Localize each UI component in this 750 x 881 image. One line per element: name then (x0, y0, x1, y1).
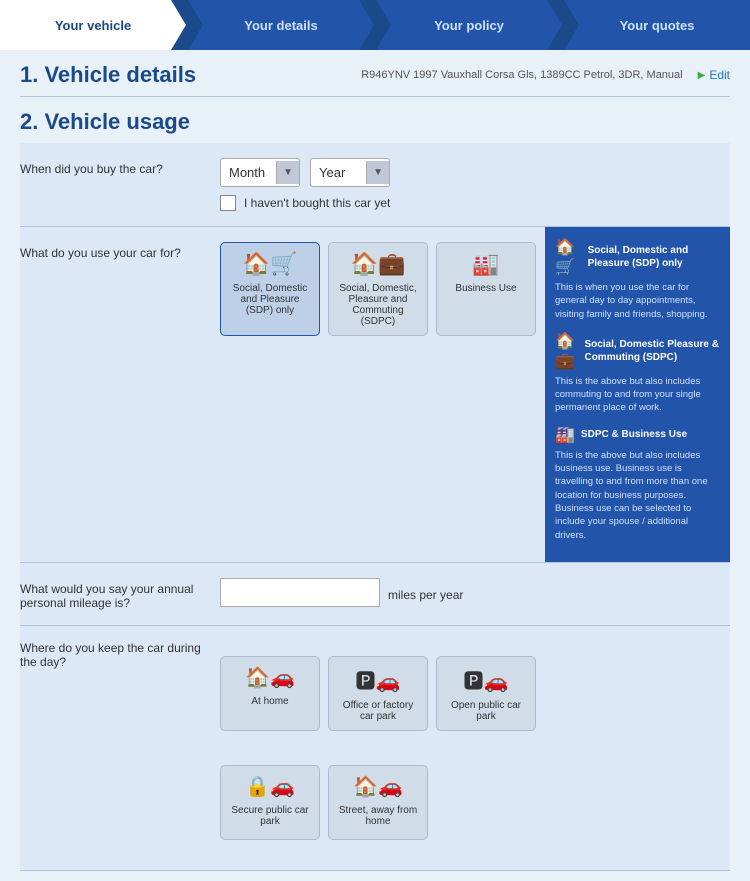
secure-parking-icon: 🔒🚗 (245, 774, 295, 799)
parking-btn-street[interactable]: 🏠🚗 Street, away from home (328, 765, 428, 840)
info-business-text: This is the above but also includes busi… (555, 449, 720, 542)
parking-buttons-group2: 🔒🚗 Secure public car park 🏠🚗 Street, awa… (220, 750, 730, 855)
parking-section: Where do you keep the car during the day… (20, 626, 730, 871)
office-parking-icon: 🅿🚗 (356, 665, 401, 694)
info-panel: 🏠🛒 Social, Domestic and Pleasure (SDP) o… (545, 227, 730, 562)
mileage-label: What would you say your annual personal … (20, 578, 220, 610)
sdpc-icon: 🏠💼 (351, 251, 406, 277)
info-item-sdp-header: 🏠🛒 Social, Domestic and Pleasure (SDP) o… (555, 237, 720, 277)
usage-main: What do you use your car for? 🏠🛒 Social,… (20, 227, 545, 562)
sdp-icon: 🏠🛒 (243, 251, 298, 277)
vehicle-info-text: R946YNV 1997 Vauxhall Corsa Gls, 1389CC … (361, 69, 682, 81)
usage-inner: What do you use your car for? 🏠🛒 Social,… (20, 242, 545, 336)
purchase-date-label: When did you buy the car? (20, 158, 220, 176)
date-dropdowns: Month ▼ Year ▼ (220, 158, 730, 187)
usage-question-label: What do you use your car for? (20, 242, 220, 260)
nav-vehicle-label: Your vehicle (55, 18, 131, 33)
info-sdpc-icon: 🏠💼 (555, 331, 578, 371)
month-arrow-icon: ▼ (276, 161, 299, 184)
business-icon: 🏭 (472, 251, 499, 277)
usage-section: What do you use your car for? 🏠🛒 Social,… (20, 227, 730, 563)
business-label: Business Use (455, 283, 516, 294)
nav-your-details[interactable]: Your details (188, 0, 374, 50)
info-item-sdpc: 🏠💼 Social, Domestic Pleasure & Commuting… (555, 331, 720, 415)
nav-policy-label: Your policy (434, 18, 504, 33)
nav-quotes-label: Your quotes (620, 18, 695, 33)
main-content: 1. Vehicle details R946YNV 1997 Vauxhall… (0, 50, 750, 881)
purchase-date-controls: Month ▼ Year ▼ I haven't bought this car… (220, 158, 730, 211)
info-sdpc-text: This is the above but also includes comm… (555, 375, 720, 415)
info-sdp-icon: 🏠🛒 (555, 237, 582, 277)
no-purchase-label: I haven't bought this car yet (244, 196, 390, 210)
usage-btn-sdpc[interactable]: 🏠💼 Social, Domestic, Pleasure and Commut… (328, 242, 428, 336)
parking-btn-home[interactable]: 🏠🚗 At home (220, 656, 320, 731)
info-business-icon: 🏭 (555, 425, 575, 445)
parking-btn-secure[interactable]: 🔒🚗 Secure public car park (220, 765, 320, 840)
usage-btn-business[interactable]: 🏭 Business Use (436, 242, 536, 336)
nav-your-policy[interactable]: Your policy (376, 0, 562, 50)
parking-label: Where do you keep the car during the day… (20, 626, 220, 870)
info-business-title: SDPC & Business Use (581, 428, 687, 441)
parking-btn-public[interactable]: 🅿🚗 Open public car park (436, 656, 536, 731)
section1-header: 1. Vehicle details R946YNV 1997 Vauxhall… (20, 50, 730, 97)
year-arrow-icon: ▼ (366, 161, 389, 184)
year-dropdown[interactable]: Year ▼ (310, 158, 390, 187)
info-item-business: 🏭 SDPC & Business Use This is the above … (555, 425, 720, 542)
info-sdp-text: This is when you use the car for general… (555, 281, 720, 321)
nav-your-vehicle[interactable]: Your vehicle (0, 0, 186, 50)
month-dropdown[interactable]: Month ▼ (220, 158, 300, 187)
no-purchase-checkbox[interactable] (220, 195, 236, 211)
office-parking-label: Office or factory car park (337, 700, 419, 722)
mileage-row: What would you say your annual personal … (20, 563, 730, 626)
info-item-sdpc-header: 🏠💼 Social, Domestic Pleasure & Commuting… (555, 331, 720, 371)
usage-buttons-group: 🏠🛒 Social, Domestic and Pleasure (SDP) o… (220, 242, 545, 336)
home-parking-icon: 🏠🚗 (245, 665, 295, 690)
secure-parking-label: Secure public car park (229, 805, 311, 827)
info-sdp-title: Social, Domestic and Pleasure (SDP) only (588, 244, 720, 270)
public-parking-label: Open public car park (445, 700, 527, 722)
mileage-input[interactable] (220, 578, 380, 607)
nav-details-label: Your details (244, 18, 317, 33)
parking-controls: 🏠🚗 At home 🅿🚗 Office or factory car park… (220, 626, 730, 870)
year-label: Year (311, 159, 366, 186)
section1-title: 1. Vehicle details (20, 62, 196, 88)
navigation-bar: Your vehicle Your details Your policy Yo… (0, 0, 750, 50)
mileage-controls: miles per year (220, 578, 463, 607)
public-parking-icon: 🅿🚗 (464, 665, 509, 694)
nav-your-quotes[interactable]: Your quotes (564, 0, 750, 50)
sdp-label: Social, Domestic and Pleasure (SDP) only (229, 283, 311, 316)
section2-title: 2. Vehicle usage (20, 97, 730, 143)
street-parking-icon: 🏠🚗 (353, 774, 403, 799)
sdpc-label: Social, Domestic, Pleasure and Commuting… (337, 283, 419, 327)
edit-link[interactable]: Edit (698, 68, 730, 82)
parking-btn-office[interactable]: 🅿🚗 Office or factory car park (328, 656, 428, 731)
info-item-business-header: 🏭 SDPC & Business Use (555, 425, 720, 445)
month-label: Month (221, 159, 276, 186)
parking-buttons-group: 🏠🚗 At home 🅿🚗 Office or factory car park… (220, 641, 730, 746)
info-sdpc-title: Social, Domestic Pleasure & Commuting (S… (584, 338, 720, 364)
mileage-suffix: miles per year (388, 582, 463, 602)
home-parking-label: At home (251, 696, 288, 707)
info-item-sdp: 🏠🛒 Social, Domestic and Pleasure (SDP) o… (555, 237, 720, 321)
content-wrapper: When did you buy the car? Month ▼ Year ▼… (20, 143, 730, 871)
purchase-date-row: When did you buy the car? Month ▼ Year ▼… (20, 143, 730, 227)
street-parking-label: Street, away from home (337, 805, 419, 827)
usage-btn-sdp[interactable]: 🏠🛒 Social, Domestic and Pleasure (SDP) o… (220, 242, 320, 336)
no-purchase-row: I haven't bought this car yet (220, 195, 730, 211)
